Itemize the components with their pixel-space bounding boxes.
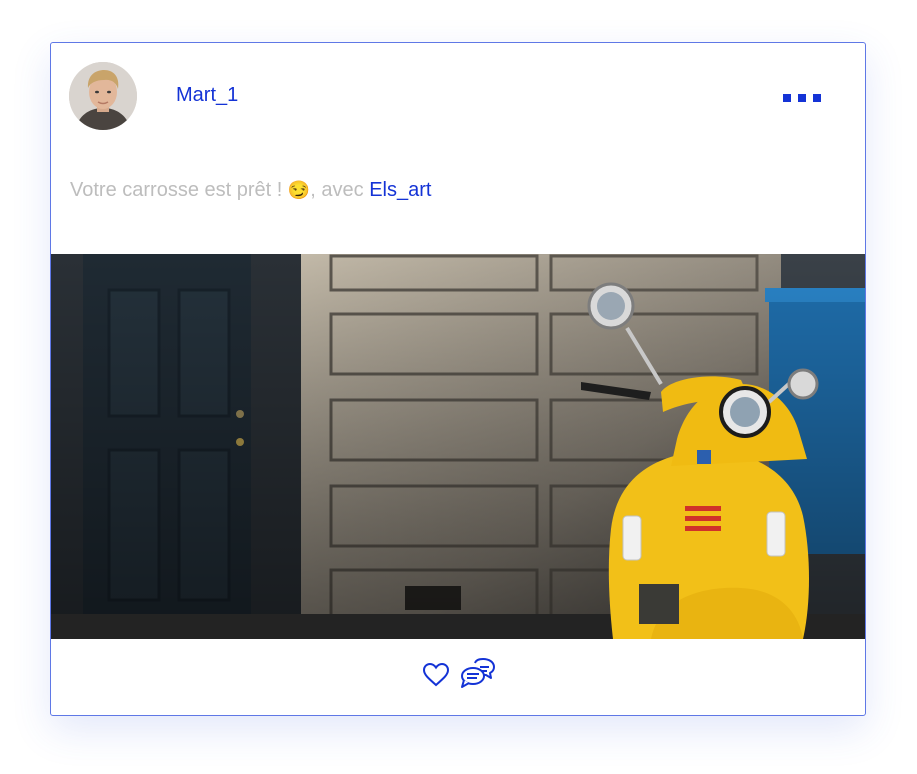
post-actions [51, 639, 865, 715]
like-button[interactable] [422, 661, 450, 689]
avatar-image [69, 62, 137, 130]
caption-text: Votre carrosse est prêt ! [70, 179, 288, 201]
avatar[interactable] [69, 62, 137, 130]
post-image[interactable] [51, 254, 865, 639]
comment-button[interactable] [460, 657, 496, 691]
scooter-photo [51, 254, 865, 639]
comments-icon [461, 658, 495, 688]
smirk-emoji: 😏 [287, 180, 311, 200]
more-options-button[interactable] [783, 87, 825, 109]
post-card: Mart_1 Votre carrosse est prêt ! 😏, avec… [50, 42, 866, 716]
post-caption: Votre carrosse est prêt ! 😏, avec Els_ar… [70, 179, 431, 202]
author-username[interactable]: Mart_1 [176, 84, 238, 107]
heart-icon [422, 662, 450, 687]
mention-link[interactable]: Els_art [369, 179, 431, 201]
caption-connector: , avec [310, 179, 370, 201]
more-horizontal-icon [783, 94, 791, 102]
post-header: Mart_1 [51, 43, 865, 153]
